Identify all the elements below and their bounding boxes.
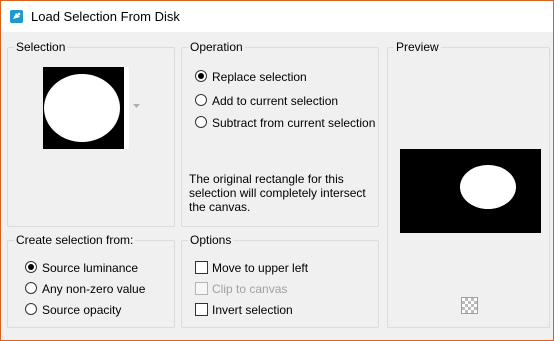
operation-info-text: The original rectangle for this selectio… xyxy=(189,172,366,214)
radio-label: Subtract from current selection xyxy=(212,116,376,130)
window-title: Load Selection From Disk xyxy=(31,9,180,24)
title-bar[interactable]: Load Selection From Disk xyxy=(1,1,553,32)
radio-button[interactable] xyxy=(195,116,207,128)
checkbox[interactable] xyxy=(195,261,208,274)
radio-label: Add to current selection xyxy=(212,94,339,108)
preview-legend: Preview xyxy=(394,39,441,55)
app-icon xyxy=(10,10,23,23)
selection-thumbnail[interactable] xyxy=(43,67,129,149)
selection-legend: Selection xyxy=(14,39,68,55)
radio-button-checked[interactable] xyxy=(25,261,37,273)
dialog-window: Load Selection From Disk Selection Opera… xyxy=(0,0,554,341)
selection-group: Selection xyxy=(7,39,175,227)
radio-button[interactable] xyxy=(25,303,37,315)
radio-button[interactable] xyxy=(25,282,37,294)
create-selection-group: Create selection from: Source luminance … xyxy=(7,232,175,328)
preview-group: Preview xyxy=(387,39,550,328)
radio-label: Source opacity xyxy=(42,303,122,317)
radio-button-checked[interactable] xyxy=(195,70,207,82)
operation-legend: Operation xyxy=(188,39,245,55)
radio-label: Replace selection xyxy=(212,70,307,84)
selection-ellipse-thumbnail xyxy=(44,67,129,149)
checkerboard-icon[interactable] xyxy=(461,297,478,314)
checkbox[interactable] xyxy=(195,303,208,316)
checkbox-disabled xyxy=(195,282,208,295)
radio-label: Source luminance xyxy=(42,261,139,275)
radio-label: Any non-zero value xyxy=(42,282,146,296)
options-group: Options Move to upper left Clip to canva… xyxy=(181,232,379,328)
checkbox-label: Move to upper left xyxy=(212,261,309,275)
radio-button[interactable] xyxy=(195,94,207,106)
create-selection-legend: Create selection from: xyxy=(14,232,136,248)
checkbox-label: Invert selection xyxy=(212,303,293,317)
preview-canvas xyxy=(400,149,541,233)
options-legend: Options xyxy=(188,232,234,248)
chevron-down-icon[interactable] xyxy=(133,104,140,108)
checkbox-label: Clip to canvas xyxy=(212,282,288,296)
operation-group: Operation Replace selection Add to curre… xyxy=(181,39,379,227)
preview-ellipse xyxy=(460,165,516,209)
